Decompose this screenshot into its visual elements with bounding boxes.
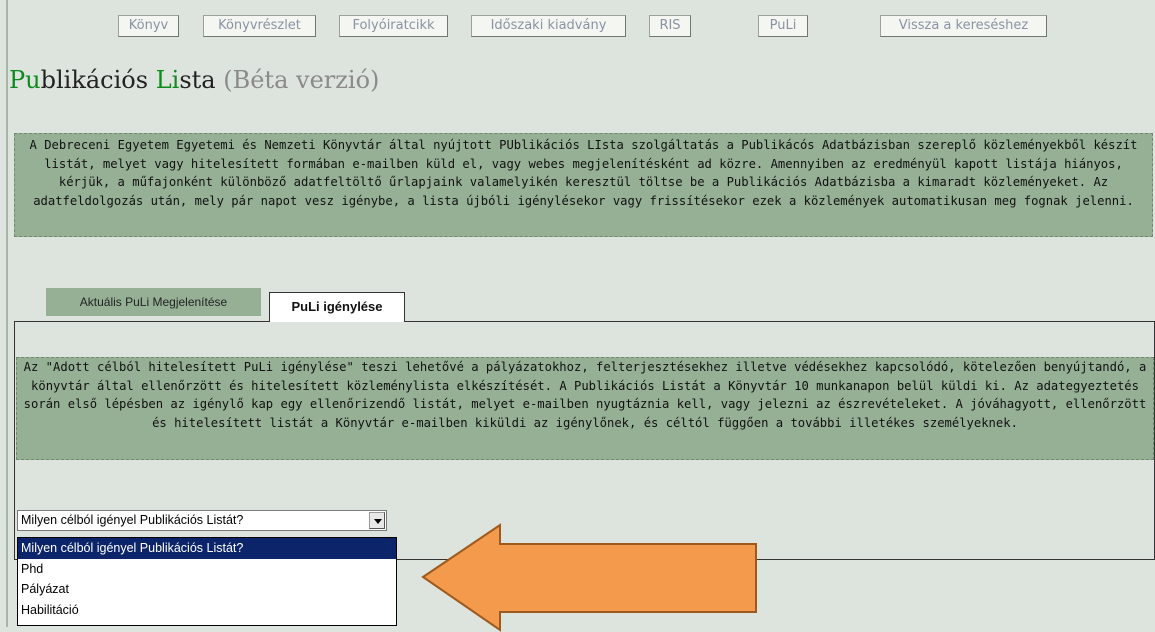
orange-arrow-icon	[421, 523, 757, 632]
nav-button-konyvreszlet[interactable]: Könyvrészlet	[203, 15, 316, 37]
dropdown-option[interactable]: Milyen célból igényel Publikációs Listát…	[18, 538, 396, 559]
purpose-select[interactable]: Milyen célból igényel Publikációs Listát…	[17, 510, 387, 531]
title-sta: sta	[179, 66, 216, 94]
purpose-select-value: Milyen célból igényel Publikációs Listát…	[21, 513, 244, 527]
nav-button-vissza[interactable]: Vissza a kereséshez	[880, 15, 1047, 37]
title-pu: Pu	[9, 66, 41, 94]
page-title: Publikációs Lista (Béta verzió)	[9, 66, 379, 94]
nav-button-ris[interactable]: RIS	[649, 15, 691, 37]
tab-aktualis-puli[interactable]: Aktuális PuLi Megjelenítése	[46, 288, 261, 316]
panel-description: Az "Adott célból hitelesített PuLi igény…	[16, 357, 1154, 460]
nav-button-puli[interactable]: PuLi	[758, 15, 808, 37]
dropdown-option[interactable]: Phd	[18, 559, 396, 580]
nav-button-konyv[interactable]: Könyv	[118, 15, 179, 37]
left-border	[6, 0, 8, 627]
chevron-down-icon[interactable]	[369, 512, 385, 529]
nav-button-folyoiratcikk[interactable]: Folyóiratcikk	[339, 15, 448, 37]
intro-description: A Debreceni Egyetem Egyetemi és Nemzeti …	[14, 133, 1153, 237]
dropdown-option[interactable]: Habilitáció	[18, 600, 396, 621]
dropdown-option[interactable]: Pályázat	[18, 579, 396, 600]
nav-button-idoszaki-kiadvany[interactable]: Időszaki kiadvány	[471, 15, 626, 37]
title-beta: (Béta verzió)	[215, 66, 380, 94]
purpose-dropdown-list: Milyen célból igényel Publikációs Listát…	[17, 537, 397, 626]
tab-puli-igenylese[interactable]: PuLi igénylése	[269, 292, 405, 322]
title-li: Li	[155, 66, 180, 94]
title-blikacios: blikációs	[40, 66, 156, 94]
